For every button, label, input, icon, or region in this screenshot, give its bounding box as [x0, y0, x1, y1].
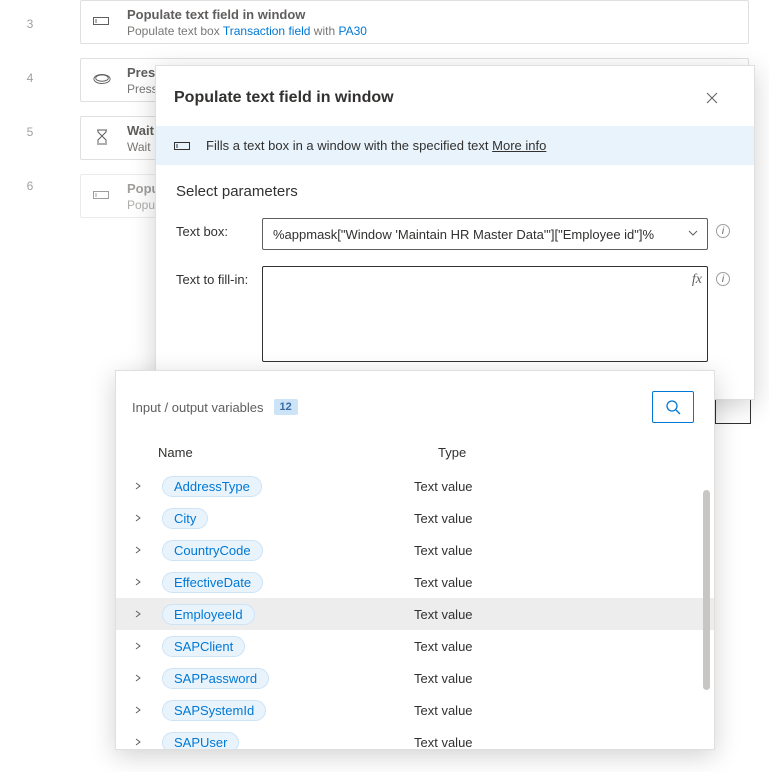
action-config-dialog: Populate text field in window Fills a te… [155, 65, 755, 400]
textbox-value: %appmask["Window 'Maintain HR Master Dat… [273, 227, 654, 242]
variable-chip[interactable]: SAPClient [162, 636, 245, 657]
variable-type: Text value [414, 703, 473, 718]
variable-row[interactable]: SAPUser Text value [116, 726, 714, 749]
expand-icon[interactable] [134, 546, 158, 554]
variable-chip[interactable]: SAPUser [162, 732, 239, 750]
variables-count: 12 [274, 399, 298, 415]
variable-row[interactable]: EffectiveDate Text value [116, 566, 714, 598]
variable-columns: Name Type [116, 437, 714, 470]
info-bar: Fills a text box in a window with the sp… [156, 126, 754, 165]
press-icon [93, 67, 111, 91]
variable-row[interactable]: SAPClient Text value [116, 630, 714, 662]
fill-textarea[interactable] [262, 266, 708, 362]
action-title: Populate text field in window [127, 7, 367, 24]
dialog-title: Populate text field in window [174, 89, 394, 107]
textfield-icon [93, 183, 111, 207]
textbox-select[interactable]: %appmask["Window 'Maintain HR Master Dat… [262, 218, 708, 250]
hourglass-icon [93, 125, 111, 149]
col-name: Name [158, 445, 438, 460]
line-numbers: 3 4 5 6 [0, 0, 60, 206]
scrollbar[interactable] [703, 490, 710, 720]
variable-type: Text value [414, 575, 473, 590]
action-populate-text[interactable]: Populate text field in window Populate t… [80, 0, 749, 44]
variable-chip[interactable]: EffectiveDate [162, 572, 263, 593]
expand-icon[interactable] [134, 642, 158, 650]
variables-list: AddressTypeText valueCityText valueCount… [116, 470, 714, 749]
close-button[interactable] [706, 84, 734, 112]
textbox-label: Text box: [176, 218, 254, 250]
action-title: Wait [127, 123, 154, 140]
variable-chip[interactable]: SAPSystemId [162, 700, 266, 721]
help-icon[interactable]: i [716, 218, 734, 250]
variable-type: Text value [414, 543, 473, 558]
expand-icon[interactable] [134, 514, 158, 522]
expand-icon[interactable] [134, 482, 158, 490]
partial-button[interactable] [715, 396, 751, 424]
line-number: 5 [0, 112, 60, 152]
line-number: 4 [0, 58, 60, 98]
chevron-down-icon [687, 227, 699, 239]
more-info-link[interactable]: More info [492, 138, 546, 153]
variables-panel: Input / output variables 12 Name Type Ad… [115, 370, 715, 750]
variable-type: Text value [414, 511, 473, 526]
action-subtitle: Populate text box Transaction field with… [127, 24, 367, 40]
line-number: 6 [0, 166, 60, 206]
variable-row[interactable]: City Text value [116, 502, 714, 534]
variable-type: Text value [414, 735, 473, 750]
col-type: Type [438, 445, 466, 460]
info-text: Fills a text box in a window with the sp… [206, 138, 546, 153]
variable-chip[interactable]: City [162, 508, 208, 529]
variable-row[interactable]: EmployeeId Text value [116, 598, 714, 630]
variable-chip[interactable]: EmployeeId [162, 604, 255, 625]
params-heading: Select parameters [176, 183, 734, 200]
search-icon [665, 399, 681, 415]
expand-icon[interactable] [134, 578, 158, 586]
search-button[interactable] [652, 391, 694, 423]
variables-title: Input / output variables 12 [132, 399, 298, 415]
help-icon[interactable]: i [716, 266, 734, 365]
variable-type: Text value [414, 479, 473, 494]
close-icon [706, 92, 718, 104]
variable-row[interactable]: AddressType Text value [116, 470, 714, 502]
variable-row[interactable]: SAPSystemId Text value [116, 694, 714, 726]
variable-type: Text value [414, 639, 473, 654]
expand-icon[interactable] [134, 610, 158, 618]
textfield-icon [93, 9, 111, 33]
variable-row[interactable]: CountryCode Text value [116, 534, 714, 566]
action-subtitle: Wait [127, 140, 154, 156]
textfield-icon [174, 140, 192, 152]
line-number: 3 [0, 4, 60, 44]
variable-chip[interactable]: CountryCode [162, 540, 263, 561]
expand-icon[interactable] [134, 706, 158, 714]
variable-type: Text value [414, 607, 473, 622]
expand-icon[interactable] [134, 674, 158, 682]
variable-type: Text value [414, 671, 473, 686]
variable-row[interactable]: SAPPassword Text value [116, 662, 714, 694]
fx-button[interactable]: fx [692, 272, 702, 288]
variable-chip[interactable]: AddressType [162, 476, 262, 497]
expand-icon[interactable] [134, 738, 158, 746]
fill-label: Text to fill-in: [176, 266, 254, 365]
variable-chip[interactable]: SAPPassword [162, 668, 269, 689]
